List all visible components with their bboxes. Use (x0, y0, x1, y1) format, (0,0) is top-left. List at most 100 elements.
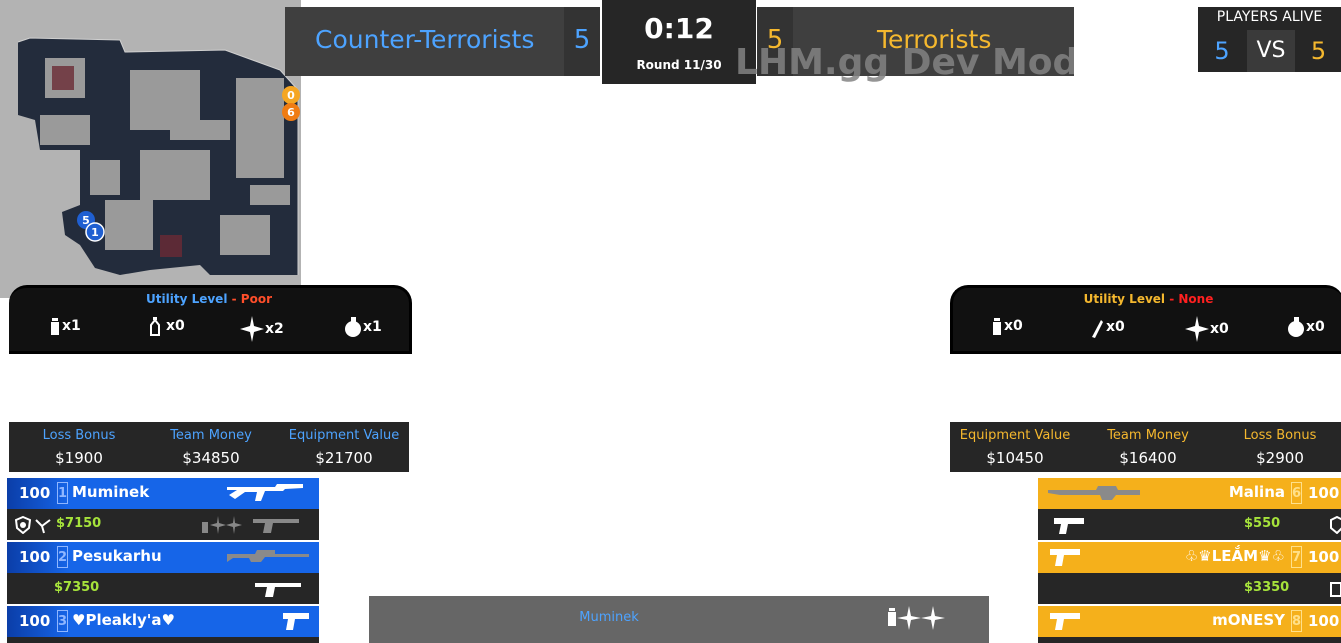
util-count: x2 (265, 321, 284, 337)
player-header: mONESY 8 100 (1038, 606, 1341, 637)
ct-economy-panel: Loss Bonus $1900 Team Money $34850 Equip… (9, 422, 409, 472)
radar-map: 0 6 5 1 (0, 0, 301, 298)
t-economy-panel: Equipment Value $10450 Team Money $16400… (950, 422, 1341, 472)
ct-incendiary-count: x0 (149, 316, 185, 336)
awp-icon (1048, 486, 1140, 500)
awp-icon (227, 550, 309, 562)
utility-separator: - (1165, 292, 1179, 306)
player-name: Pesukarhu (72, 547, 162, 565)
utility-level-label: Utility Level (146, 292, 228, 306)
player-hp: 100 (1308, 612, 1340, 630)
t-player-card[interactable]: mONESY 8 100 (1038, 606, 1341, 643)
player-money: $7350 (54, 580, 100, 595)
player-hp: 100 (19, 548, 51, 566)
team-money-label: Team Money (1107, 428, 1189, 443)
ak47-icon (227, 484, 303, 501)
player-footer: $550 (1038, 509, 1341, 540)
player-footer: $7150 (7, 509, 319, 540)
player-money: $3350 (1244, 580, 1290, 595)
smoke-grenade-icon (993, 318, 1001, 335)
player-hp: 100 (19, 612, 51, 630)
util-count: x0 (166, 318, 185, 334)
utility-separator: - (227, 292, 241, 306)
player-name: mONESY (1212, 611, 1285, 629)
player-slot: 2 (57, 546, 68, 568)
t-he-count: x0 (1287, 316, 1325, 338)
players-alive-title: PLAYERS ALIVE (1216, 9, 1323, 25)
armor-helmet-icon (1330, 516, 1341, 534)
player-slot: 1 (57, 482, 68, 504)
player-hp: 100 (1308, 548, 1340, 566)
radar-marker-label: 1 (91, 226, 99, 239)
pistol-icon (1054, 518, 1084, 534)
player-slot: 6 (1291, 482, 1302, 504)
player-header: Malina 6 100 (1038, 478, 1341, 509)
grenades-icon (202, 516, 242, 534)
radar-marker-label: 6 (287, 106, 295, 119)
team-money-value: $34850 (182, 449, 240, 467)
player-money: $550 (1244, 516, 1281, 531)
utility-level-label: Utility Level (1083, 292, 1166, 306)
incendiary-grenade-icon (150, 317, 160, 336)
player-hp: 100 (1308, 484, 1340, 502)
ct-alive-count: 5 (1214, 37, 1230, 65)
he-grenade-icon (345, 317, 361, 337)
t-smoke-count: x0 (991, 316, 1023, 336)
ct-utility-title: Utility Level - Poor (9, 292, 409, 306)
flashbang-icon (1185, 316, 1209, 342)
t-molotov-count: x0 (1089, 316, 1125, 338)
players-alive-panel: PLAYERS ALIVE 5 VS 5 (1198, 7, 1341, 72)
t-flash-count: x0 (1185, 316, 1229, 342)
equipment-value-label: Equipment Value (288, 428, 400, 443)
t-player-card[interactable]: ♧♛LEẮM♛♧ 7 100 $3350 (1038, 542, 1341, 604)
round-timer: 0:12 (644, 12, 714, 45)
player-slot: 8 (1291, 610, 1302, 632)
team-money-label: Team Money (170, 428, 252, 443)
t-alive-count: 5 (1310, 37, 1327, 65)
ct-player-card[interactable]: 100 2 Pesukarhu $7350 (7, 542, 319, 604)
equipment-value: $21700 (315, 449, 373, 467)
ct-score: 5 (573, 25, 591, 55)
smoke-grenade-icon (51, 318, 59, 335)
player-money: $7150 (56, 516, 102, 531)
flashbang-icon (240, 316, 264, 342)
t-player-card[interactable]: Malina 6 100 $550 (1038, 478, 1341, 540)
loss-bonus-value: $1900 (55, 449, 103, 467)
util-count: x0 (1210, 321, 1229, 337)
ct-team-name: Counter-Terrorists (315, 25, 535, 54)
player-slot: 3 (57, 610, 68, 632)
loss-bonus-label: Loss Bonus (1243, 428, 1317, 443)
player-hp: 100 (19, 484, 51, 502)
player-footer (7, 637, 319, 643)
pistol-icon (283, 613, 309, 630)
player-header: 100 2 Pesukarhu (7, 542, 319, 573)
player-name: ♥Pleakly'a♥ (72, 611, 175, 629)
player-name: Muminek (72, 483, 150, 501)
loss-bonus-value: $2900 (1256, 449, 1304, 467)
bomb-icon (1330, 582, 1341, 597)
grenades-icon (888, 606, 945, 630)
player-header: 100 3 ♥Pleakly'a♥ (7, 606, 319, 637)
util-count: x1 (62, 318, 81, 334)
player-header: 100 1 Muminek (7, 478, 319, 509)
ct-player-card[interactable]: 100 1 Muminek $7150 (7, 478, 319, 540)
ct-player-card[interactable]: 100 3 ♥Pleakly'a♥ (7, 606, 319, 643)
round-counter: Round 11/30 (636, 58, 722, 72)
player-slot: 7 (1291, 546, 1302, 568)
player-name: ♧♛LEẮM♛♧ (1184, 547, 1285, 565)
radar-marker-label: 0 (287, 89, 295, 102)
pistol-icon (1050, 613, 1080, 630)
t-utility-title: Utility Level - None (953, 292, 1341, 306)
dev-mode-watermark: LHM.gg Dev Mode (735, 42, 1074, 83)
defuse-kit-icon (35, 519, 51, 534)
pistol-icon (1050, 549, 1080, 566)
equipment-value: $10450 (986, 449, 1044, 467)
vs-label: VS (1247, 30, 1295, 72)
he-grenade-icon (1288, 317, 1304, 337)
watermark-clip: LHM.gg Dev Mode (735, 42, 1074, 84)
loss-bonus-label: Loss Bonus (42, 428, 116, 443)
ct-team-bar: Counter-Terrorists (285, 7, 600, 76)
ct-he-count: x1 (344, 316, 382, 338)
ct-utility-panel: Utility Level - Poor x1 x0 x2 x1 (9, 285, 412, 354)
secondary-weapon-icon (253, 519, 299, 533)
